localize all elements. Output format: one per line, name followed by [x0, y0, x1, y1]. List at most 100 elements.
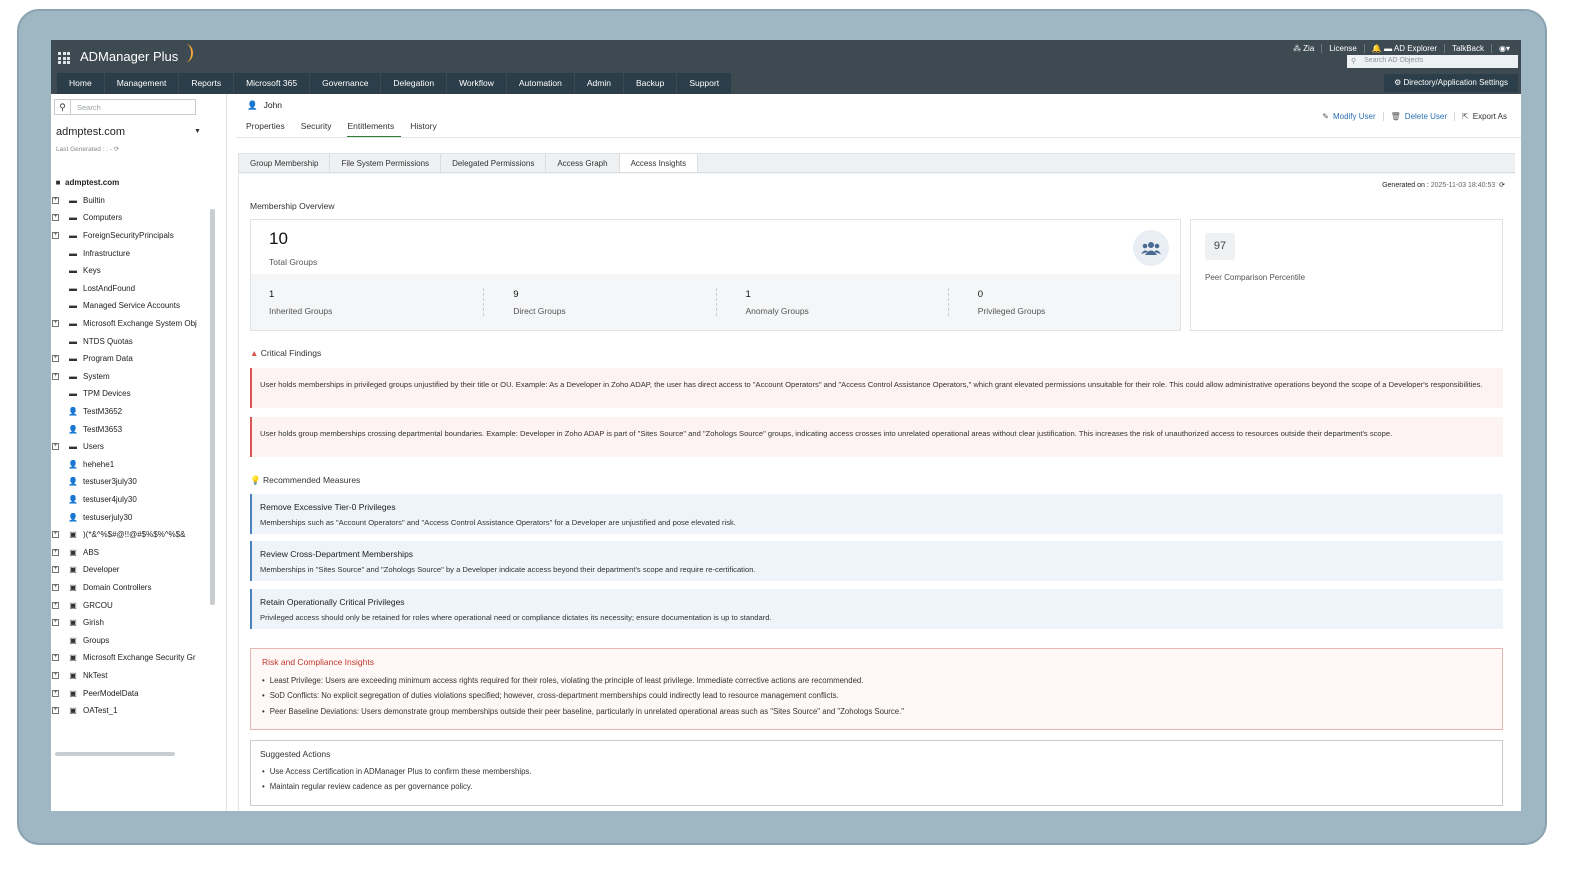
tree-node-label: admptest.com [65, 178, 120, 188]
tree-node[interactable]: + ▣ GRCOU [51, 596, 213, 614]
tab-access-graph[interactable]: Access Graph [546, 154, 620, 172]
tab-history[interactable]: History [410, 121, 443, 138]
expand-icon[interactable]: + [52, 654, 59, 662]
tree-node[interactable]: ▬ Keys [51, 262, 213, 280]
expand-icon[interactable]: + [52, 355, 59, 363]
directory-settings-button[interactable]: ⚙ Directory/Application Settings [1384, 74, 1518, 92]
tree-node-label: Domain Controllers [83, 582, 152, 592]
expand-icon[interactable]: + [52, 443, 59, 451]
tree-node[interactable]: ▬ NTDS Quotas [51, 332, 213, 350]
talkback-link[interactable]: TalkBack [1445, 43, 1492, 53]
license-link[interactable]: License [1322, 43, 1365, 53]
nav-support[interactable]: Support [677, 73, 732, 94]
notification-bell-icon[interactable]: 🔔 [1372, 44, 1382, 53]
expand-icon[interactable]: + [52, 372, 59, 380]
nav-microsoft-365[interactable]: Microsoft 365 [234, 73, 310, 94]
tab-properties[interactable]: Properties [246, 121, 292, 138]
recommended-measure-item: Remove Excessive Tier-0 Privileges Membe… [250, 494, 1503, 534]
tree-node[interactable]: + ▣ Domain Controllers [51, 579, 213, 597]
tree-horizontal-scrollbar[interactable] [55, 752, 175, 756]
tree-node[interactable]: 👤 hehehe1 [51, 456, 213, 474]
tab-security[interactable]: Security [301, 121, 339, 138]
peer-comparison-card: 97 Peer Comparison Percentile [1190, 219, 1503, 331]
tree-node[interactable]: + ▣ NkTest [51, 667, 213, 685]
modify-user-button[interactable]: ✎ Modify User [1315, 112, 1384, 121]
zia-link[interactable]: ⁂ Zia [1286, 43, 1323, 53]
expand-icon[interactable]: + [52, 214, 59, 222]
tab-delegated-permissions[interactable]: Delegated Permissions [441, 154, 547, 172]
tree-node[interactable]: + ▬ System [51, 368, 213, 386]
app-grid-icon[interactable] [58, 52, 70, 64]
tree-node[interactable]: ▬ Managed Service Accounts [51, 297, 213, 315]
nav-home[interactable]: Home [57, 73, 104, 94]
expand-icon[interactable]: + [52, 196, 59, 204]
tree-node[interactable]: 👤 testuser3july30 [51, 473, 213, 491]
total-groups-label: Total Groups [269, 257, 318, 267]
tree-node[interactable]: 👤 TestM3653 [51, 420, 213, 438]
refresh-icon[interactable]: ⟳ [1497, 182, 1505, 189]
ou-icon: ▣ [69, 600, 77, 610]
nav-automation[interactable]: Automation [506, 73, 574, 94]
tree-node[interactable]: + ▣ ABS [51, 543, 213, 561]
tree-node[interactable]: 👤 TestM3652 [51, 403, 213, 421]
tree-node[interactable]: + ▬ ForeignSecurityPrincipals [51, 227, 213, 245]
expand-icon[interactable]: + [52, 619, 59, 627]
privileged-groups-value: 0 [977, 289, 984, 300]
expand-icon[interactable]: + [52, 707, 59, 715]
tree-node[interactable]: + ▣ PeerModelData [51, 684, 213, 702]
tree-node-label: ABS [83, 547, 100, 557]
nav-reports[interactable]: Reports [179, 73, 234, 94]
tree-node[interactable]: + ▬ Builtin [51, 192, 213, 210]
nav-backup[interactable]: Backup [623, 73, 677, 94]
expand-icon[interactable]: + [52, 531, 59, 539]
pencil-icon: ✎ [1322, 112, 1329, 121]
tab-group-membership[interactable]: Group Membership [239, 154, 331, 172]
tab-file-system-permissions[interactable]: File System Permissions [330, 154, 442, 172]
tree-node[interactable]: + ▣ OATest_1 [51, 702, 213, 720]
tree-node[interactable]: ■ admptest.com [51, 174, 213, 192]
nav-governance[interactable]: Governance [310, 73, 381, 94]
tree-node[interactable]: ▬ LostAndFound [51, 280, 213, 298]
suggested-actions-title: Suggested Actions [260, 749, 331, 759]
user-avatar-icon[interactable]: ◉▾ [1492, 44, 1517, 53]
expand-icon[interactable]: + [52, 320, 59, 328]
expand-icon[interactable]: + [52, 689, 59, 697]
tree-node[interactable]: + ▬ Users [51, 438, 213, 456]
nav-admin[interactable]: Admin [574, 73, 623, 94]
tree-node[interactable]: 👤 testuser4july30 [51, 491, 213, 509]
export-as-button[interactable]: ⇱ Export As [1455, 112, 1514, 121]
tree-vertical-scrollbar[interactable] [210, 209, 215, 605]
tree-node[interactable]: + ▣ Microsoft Exchange Security Gr [51, 649, 213, 667]
expand-icon[interactable]: + [52, 583, 59, 591]
tree-node[interactable]: + ▣)(*&^%$#@!!@#$%$%^%$& [51, 526, 213, 544]
tree-node[interactable]: + ▬ Computers [51, 209, 213, 227]
domain-selector[interactable]: admptest.com [56, 126, 125, 138]
expand-icon[interactable]: + [52, 671, 59, 679]
expand-icon[interactable]: + [52, 232, 59, 240]
tree-node[interactable]: + ▣ Developer [51, 561, 213, 579]
recommended-measure-item: Retain Operationally Critical Privileges… [250, 589, 1503, 629]
tree-node[interactable]: ▣ Groups [51, 631, 213, 649]
tree-node[interactable]: ▬ TPM Devices [51, 385, 213, 403]
tab-entitlements[interactable]: Entitlements [347, 121, 402, 138]
expand-icon[interactable]: + [52, 601, 59, 609]
tree-node[interactable]: + ▣ Girish [51, 614, 213, 632]
tree-node[interactable]: + ▬ Program Data [51, 350, 213, 368]
tree-node[interactable]: 👤 testuserjuly30 [51, 508, 213, 526]
ad-explorer-link[interactable]: 🔔 ▬ AD Explorer [1365, 43, 1445, 53]
nav-workflow[interactable]: Workflow [447, 73, 506, 94]
measure-description: Privileged access should only be retaine… [260, 613, 772, 622]
tree-node[interactable]: + ▬ Microsoft Exchange System Obj [51, 315, 213, 333]
tab-access-insights[interactable]: Access Insights [619, 154, 699, 172]
caret-down-icon[interactable]: ▼ [194, 128, 201, 135]
nav-delegation[interactable]: Delegation [381, 73, 447, 94]
expand-icon[interactable]: + [52, 548, 59, 556]
delete-user-button[interactable]: 🗑 Delete User [1384, 112, 1456, 121]
tree-node[interactable]: ▬ Infrastructure [51, 244, 213, 262]
tree-search-input[interactable]: ⚲ Search [54, 99, 196, 115]
nav-management[interactable]: Management [104, 73, 179, 94]
refresh-icon[interactable]: ⟳ [114, 146, 119, 153]
search-ad-objects-input[interactable]: ⚲ Search AD Objects [1347, 55, 1518, 68]
expand-icon[interactable]: + [52, 566, 59, 574]
tree-node-label: GRCOU [83, 600, 113, 610]
